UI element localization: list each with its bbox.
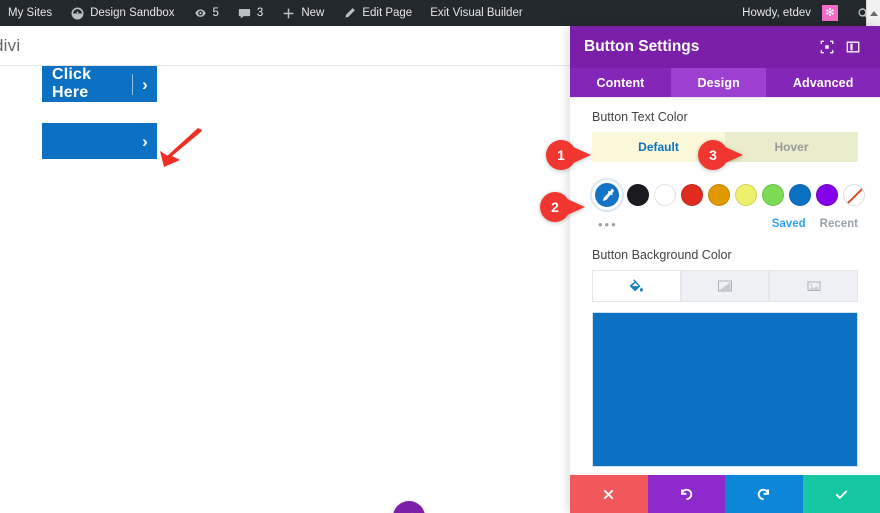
admin-bar-exit-visual-builder[interactable]: Exit Visual Builder xyxy=(421,0,531,26)
admin-bar-my-sites[interactable]: My Sites xyxy=(0,0,61,26)
swatch-purple[interactable] xyxy=(816,184,838,206)
pencil-icon xyxy=(342,6,357,21)
image-icon xyxy=(807,281,821,291)
layout-toggle-icon[interactable] xyxy=(840,34,866,60)
callout-number: 1 xyxy=(546,140,576,170)
eyedropper-icon[interactable] xyxy=(592,180,622,210)
chevron-right-icon: › xyxy=(142,74,148,94)
exit-visual-builder-label: Exit Visual Builder xyxy=(430,7,523,19)
swatch-white[interactable] xyxy=(654,184,676,206)
callout-pin-1: 1 xyxy=(546,140,592,170)
admin-bar-comments[interactable]: 3 xyxy=(228,0,272,26)
comment-icon xyxy=(237,6,252,21)
tab-design[interactable]: Design xyxy=(671,68,767,97)
swatch-green[interactable] xyxy=(762,184,784,206)
comments-count: 3 xyxy=(256,7,264,19)
undo-icon xyxy=(680,488,693,500)
redo-icon xyxy=(757,488,770,500)
divi-button-transparent-text[interactable]: Click Here › xyxy=(42,123,157,159)
updates-count: 5 xyxy=(212,7,219,19)
image-tab[interactable] xyxy=(769,270,859,302)
wp-admin-bar: My Sites Design Sandbox 5 3 New Edit Pag… xyxy=(0,0,880,26)
redo-button[interactable] xyxy=(725,475,803,513)
screenshot-root: My Sites Design Sandbox 5 3 New Edit Pag… xyxy=(0,0,880,513)
modal-tabs: Content Design Advanced xyxy=(570,68,880,98)
divi-button-click-here[interactable]: Click Here › xyxy=(42,66,157,102)
modal-action-bar xyxy=(570,475,880,513)
admin-bar-site-name[interactable]: Design Sandbox xyxy=(61,0,183,26)
howdy-label: Howdy, etdev xyxy=(742,7,811,19)
more-options-icon[interactable]: ••• xyxy=(592,217,618,232)
admin-bar-account-area: Howdy, etdev ✻ xyxy=(734,0,880,26)
button-background-color-label: Button Background Color xyxy=(592,248,732,262)
solid-color-tab[interactable] xyxy=(592,270,681,302)
cancel-button[interactable] xyxy=(570,475,648,513)
state-hover-option[interactable]: Hover xyxy=(725,132,858,162)
text-color-swatches xyxy=(592,178,865,212)
tab-advanced[interactable]: Advanced xyxy=(766,68,880,97)
swatch-red[interactable] xyxy=(681,184,703,206)
focus-target-icon[interactable] xyxy=(814,34,840,60)
admin-bar-howdy[interactable]: Howdy, etdev ✻ xyxy=(734,0,847,26)
admin-bar-new[interactable]: New xyxy=(272,0,333,26)
modal-header: Button Settings xyxy=(570,26,880,68)
swatch-meta-row: ••• Saved Recent xyxy=(592,214,858,234)
avatar: ✻ xyxy=(822,5,838,21)
check-icon xyxy=(835,490,847,499)
recent-colors-link[interactable]: Recent xyxy=(806,218,858,230)
swatch-transparent[interactable] xyxy=(843,184,865,206)
updates-icon xyxy=(193,6,208,21)
callout-number: 2 xyxy=(540,192,570,222)
tab-content[interactable]: Content xyxy=(570,68,671,97)
button-text-color-label: Button Text Color xyxy=(592,110,688,124)
swatch-orange[interactable] xyxy=(708,184,730,206)
page-scrollbar-up[interactable] xyxy=(866,0,880,26)
callout-pin-3: 3 xyxy=(698,140,744,170)
save-button[interactable] xyxy=(802,475,880,513)
new-label: New xyxy=(301,7,325,19)
dashboard-icon xyxy=(70,6,85,21)
swatch-yellow[interactable] xyxy=(735,184,757,206)
background-type-tabs xyxy=(592,270,859,302)
admin-bar-updates[interactable]: 5 xyxy=(184,0,228,26)
undo-button[interactable] xyxy=(647,475,725,513)
scroll-up-arrow-icon xyxy=(869,10,878,16)
callout-number: 3 xyxy=(698,140,728,170)
my-sites-label: My Sites xyxy=(8,7,53,19)
saved-colors-link[interactable]: Saved xyxy=(758,218,806,230)
modal-title: Button Settings xyxy=(584,38,700,55)
admin-bar-edit-page[interactable]: Edit Page xyxy=(333,0,421,26)
close-builder-button[interactable]: ✕ xyxy=(393,501,425,513)
red-arrow-annotation xyxy=(160,128,202,167)
plus-icon xyxy=(281,6,296,21)
close-icon: ✕ xyxy=(403,509,415,513)
close-icon xyxy=(603,489,614,499)
button-settings-modal: Button Settings Content Design Advanced xyxy=(570,26,880,513)
background-color-preview[interactable] xyxy=(592,312,858,467)
gradient-icon xyxy=(718,280,732,292)
swatch-black[interactable] xyxy=(627,184,649,206)
button-separator xyxy=(132,73,134,95)
paint-bucket-icon xyxy=(630,279,644,292)
site-title: divi xyxy=(0,36,21,55)
button-label: Click Here xyxy=(52,66,92,101)
edit-page-label: Edit Page xyxy=(362,7,413,19)
site-name-label: Design Sandbox xyxy=(90,7,175,19)
callout-pin-2: 2 xyxy=(540,192,586,222)
chevron-right-icon: › xyxy=(142,131,148,151)
swatch-blue[interactable] xyxy=(789,184,811,206)
gradient-tab[interactable] xyxy=(680,270,770,302)
